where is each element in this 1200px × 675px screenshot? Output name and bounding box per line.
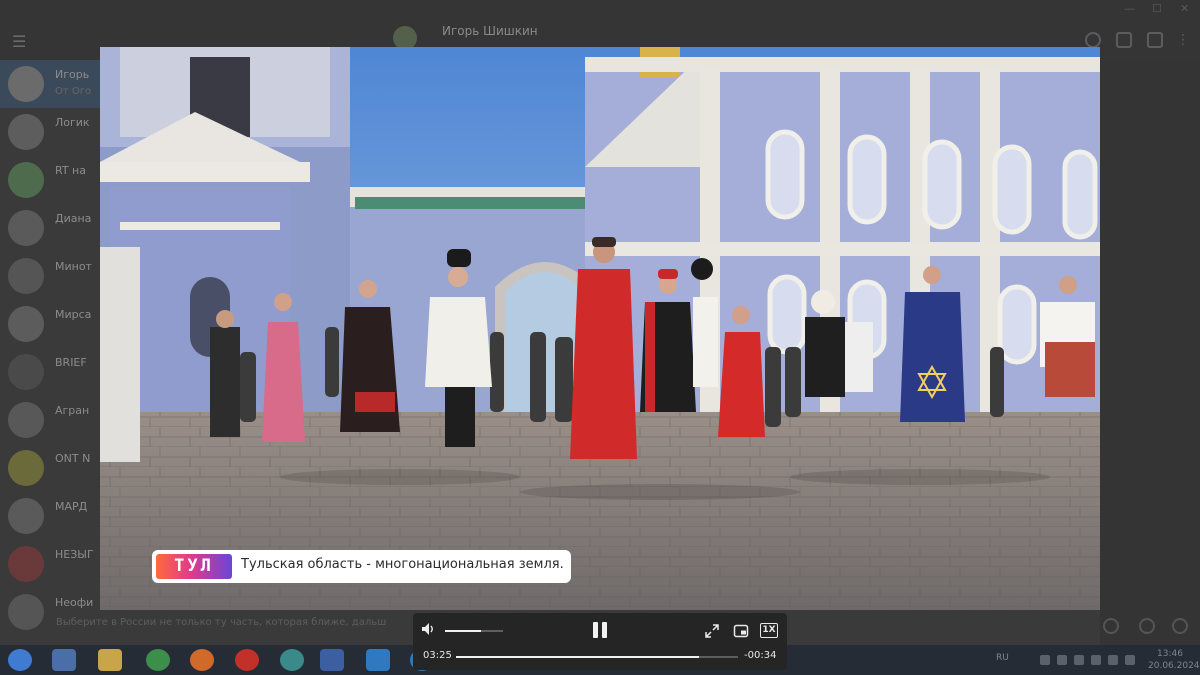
- playback-speed-button[interactable]: 1X: [760, 623, 778, 638]
- avatar: [8, 114, 44, 150]
- telegram-media-viewer: — ☐ ✕ ☰ Игорь Шишкин ⋮ Игорь От Ого Логик R…: [0, 0, 1200, 675]
- more-icon: ⋮: [1176, 32, 1190, 48]
- tray-icon-2[interactable]: [1057, 655, 1067, 665]
- emoji-icon: [1139, 618, 1155, 634]
- avatar: [8, 210, 44, 246]
- chat-list-item-title: Логик: [55, 116, 90, 129]
- browser-icon[interactable]: [280, 649, 304, 671]
- avatar: [8, 354, 44, 390]
- clock-date: 20.06.2024: [1148, 661, 1200, 671]
- chat-list-item[interactable]: Игорь От Ого: [0, 60, 100, 108]
- start-icon[interactable]: [8, 649, 32, 671]
- sidebar-toggle-icon: [1147, 32, 1163, 48]
- chat-list-item[interactable]: МАРД: [0, 492, 100, 540]
- fullscreen-icon[interactable]: [704, 623, 720, 639]
- mute-icon: [1103, 618, 1119, 634]
- chat-list-item-title: ONT N: [55, 452, 91, 465]
- pause-icon: [593, 622, 598, 638]
- chat-list-item-title: BRIEF: [55, 356, 87, 369]
- picture-in-picture-icon[interactable]: [733, 623, 749, 639]
- chat-list-item[interactable]: НЕЗЫГ: [0, 540, 100, 588]
- volume-icon[interactable]: [421, 622, 437, 638]
- avatar: [8, 546, 44, 582]
- chat-list: Игорь От Ого Логик RT на Диана Минот Мирса BRIE…: [0, 60, 100, 645]
- chat-list-item-preview: От Ого: [55, 86, 92, 97]
- chat-list-item[interactable]: BRIEF: [0, 348, 100, 396]
- chat-list-item[interactable]: RT на: [0, 156, 100, 204]
- hamburger-icon: ☰: [12, 32, 27, 51]
- search-icon: [1085, 32, 1101, 48]
- chat-list-item[interactable]: Логик: [0, 108, 100, 156]
- minimize-icon: —: [1124, 2, 1135, 15]
- chat-list-item-title: RT на: [55, 164, 86, 177]
- right-panel: [1100, 60, 1200, 645]
- folder-icon[interactable]: [98, 649, 122, 671]
- call-icon: [1116, 32, 1132, 48]
- pause-button[interactable]: [589, 619, 611, 641]
- video-frame-image: [100, 47, 1100, 610]
- video-caption: ТУЛ Тульская область - многонациональная…: [152, 550, 571, 583]
- chat-title: Игорь Шишкин: [442, 24, 538, 38]
- chat-list-item[interactable]: ONT N: [0, 444, 100, 492]
- avatar: [8, 162, 44, 198]
- tray-icon-4[interactable]: [1091, 655, 1101, 665]
- seek-bar-progress: [456, 656, 699, 658]
- avatar: [8, 498, 44, 534]
- avatar: [8, 402, 44, 438]
- channel-logo-text: ТУЛ: [174, 556, 214, 576]
- avatar: [8, 66, 44, 102]
- chat-list-item-title: Диана: [55, 212, 92, 225]
- volume-slider-fill: [445, 630, 481, 632]
- close-window-icon: ✕: [1180, 2, 1190, 15]
- chat-list-item[interactable]: Мирса: [0, 300, 100, 348]
- word-icon[interactable]: [320, 649, 344, 671]
- clock-time: 13:46: [1157, 649, 1183, 659]
- chat-list-item[interactable]: Агран: [0, 396, 100, 444]
- volume-tray-icon[interactable]: [1125, 655, 1135, 665]
- chat-list-item-title: Мирса: [55, 308, 92, 321]
- app-icon-1[interactable]: [52, 649, 76, 671]
- system-clock[interactable]: 13:46 20.06.2024: [1148, 648, 1200, 672]
- tray-icon-3[interactable]: [1074, 655, 1084, 665]
- avatar: [8, 450, 44, 486]
- chat-list-item-title: НЕЗЫГ: [55, 548, 94, 561]
- skype-icon[interactable]: [366, 649, 390, 671]
- chrome-icon[interactable]: [146, 649, 170, 671]
- chat-list-item-title: Агран: [55, 404, 90, 417]
- time-elapsed: 03:25: [423, 650, 452, 661]
- opera-icon[interactable]: [235, 649, 259, 671]
- chat-list-item-title: Неофи: [55, 596, 94, 609]
- chat-list-item-title: Минот: [55, 260, 92, 273]
- pause-icon-bar: [602, 622, 607, 638]
- chat-list-item-title: Игорь: [55, 68, 90, 81]
- chat-list-item[interactable]: Минот: [0, 252, 100, 300]
- video-player[interactable]: [100, 47, 1100, 610]
- tray-icon-1[interactable]: [1040, 655, 1050, 665]
- firefox-icon[interactable]: [190, 649, 214, 671]
- caption-text: Тульская область - многонациональная зем…: [241, 557, 564, 572]
- chat-list-item-title: МАРД: [55, 500, 88, 513]
- avatar: [8, 306, 44, 342]
- avatar: [8, 258, 44, 294]
- tray-icon-5[interactable]: [1108, 655, 1118, 665]
- maximize-icon: ☐: [1152, 2, 1162, 15]
- message-preview: Выберите в России не только ту часть, ко…: [56, 617, 386, 628]
- microphone-icon: [1172, 618, 1188, 634]
- chat-list-item[interactable]: Диана: [0, 204, 100, 252]
- language-indicator[interactable]: RU: [996, 653, 1009, 663]
- time-remaining: -00:34: [744, 650, 777, 661]
